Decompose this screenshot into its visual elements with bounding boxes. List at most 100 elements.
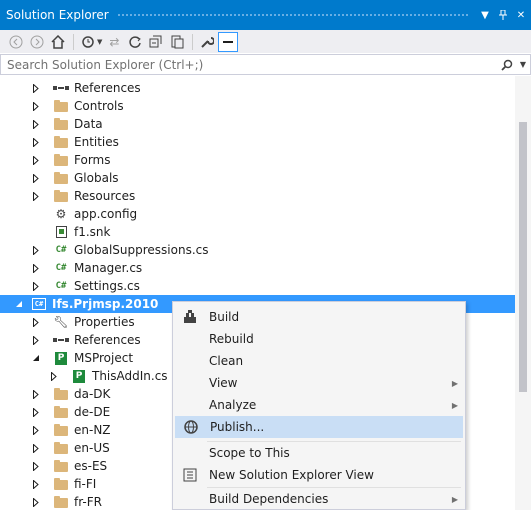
references-icon	[53, 332, 69, 348]
expand-arrow-icon[interactable]	[31, 497, 41, 507]
tree-item[interactable]: C# Settings.cs	[0, 277, 515, 295]
tree-item-label: MSProject	[74, 351, 134, 365]
collapse-arrow-icon[interactable]	[14, 299, 24, 309]
build-icon	[175, 309, 205, 325]
search-input[interactable]	[1, 55, 498, 74]
tree-item-label: Entities	[74, 135, 119, 149]
expand-arrow-icon[interactable]	[31, 101, 41, 111]
show-all-files-icon[interactable]	[167, 32, 187, 52]
submenu-arrow-icon: ▶	[451, 378, 459, 388]
expand-arrow-icon[interactable]	[31, 335, 41, 345]
expand-arrow-icon[interactable]	[31, 83, 41, 93]
csharp-file-icon: C#	[55, 245, 67, 255]
folder-icon	[53, 170, 69, 186]
expand-arrow-icon[interactable]	[31, 479, 41, 489]
folder-icon	[53, 116, 69, 132]
tree-item[interactable]: References	[0, 79, 515, 97]
scrollbar-thumb[interactable]	[519, 122, 527, 392]
tree-item[interactable]: Entities	[0, 133, 515, 151]
references-icon	[53, 80, 69, 96]
key-file-icon	[53, 224, 69, 240]
tree-item-label: fi-FI	[74, 477, 97, 491]
folder-icon	[53, 494, 69, 510]
tree-item-label: References	[74, 333, 141, 347]
pending-changes-filter-icon[interactable]	[78, 32, 98, 52]
expand-arrow-icon[interactable]	[31, 245, 41, 255]
menu-item-label: Rebuild	[209, 332, 254, 346]
expand-arrow-icon[interactable]	[31, 155, 41, 165]
chevron-down-icon[interactable]: ▼	[97, 38, 102, 46]
refresh-icon[interactable]	[125, 32, 145, 52]
back-icon[interactable]	[6, 32, 26, 52]
drag-grip[interactable]	[116, 12, 469, 18]
tree-item[interactable]: Forms	[0, 151, 515, 169]
menu-item-clean[interactable]: Clean	[175, 350, 463, 372]
forward-icon[interactable]	[27, 32, 47, 52]
menu-item-build-dependencies[interactable]: Build Dependencies ▶	[175, 488, 463, 510]
expand-arrow-icon[interactable]	[31, 137, 41, 147]
tree-item-label: fr-FR	[74, 495, 102, 509]
tree-item[interactable]: C# Manager.cs	[0, 259, 515, 277]
csharp-file-icon: C#	[55, 281, 67, 291]
submenu-arrow-icon: ▶	[451, 400, 459, 410]
tree-item[interactable]: C# GlobalSuppressions.cs	[0, 241, 515, 259]
folder-icon	[53, 188, 69, 204]
tree-item-label: da-DK	[74, 387, 111, 401]
expand-arrow-icon[interactable]	[31, 425, 41, 435]
folder-icon	[53, 476, 69, 492]
close-icon[interactable]: ✕	[513, 7, 529, 23]
expand-arrow-icon[interactable]	[31, 443, 41, 453]
expand-arrow-icon[interactable]	[31, 407, 41, 417]
expand-arrow-icon[interactable]	[49, 371, 59, 381]
menu-item-label: Build	[209, 310, 240, 324]
msproject-icon: P	[71, 368, 87, 384]
folder-icon	[53, 404, 69, 420]
expand-arrow-icon[interactable]	[31, 263, 41, 273]
home-icon[interactable]	[48, 32, 68, 52]
menu-item-build[interactable]: Build	[175, 306, 463, 328]
menu-item-rebuild[interactable]: Rebuild	[175, 328, 463, 350]
menu-item-label: Publish...	[210, 420, 265, 434]
collapse-all-icon[interactable]	[146, 32, 166, 52]
menu-item-label: New Solution Explorer View	[209, 468, 374, 482]
search-icon[interactable]	[498, 59, 516, 71]
tree-item-label: Forms	[74, 153, 111, 167]
pin-icon[interactable]	[495, 7, 511, 23]
tree-item[interactable]: Controls	[0, 97, 515, 115]
tree-item[interactable]: Data	[0, 115, 515, 133]
preview-selected-items-icon[interactable]	[218, 31, 239, 52]
expand-arrow-icon[interactable]	[31, 461, 41, 471]
menu-item-new-solution-explorer-view[interactable]: New Solution Explorer View	[175, 464, 463, 486]
expand-arrow-icon[interactable]	[31, 191, 41, 201]
tree-item-label: es-ES	[74, 459, 108, 473]
properties-wrench-icon[interactable]	[197, 32, 217, 52]
msproject-icon: P	[53, 350, 69, 366]
menu-item-analyze[interactable]: Analyze ▶	[175, 394, 463, 416]
menu-item-label: Clean	[209, 354, 244, 368]
expand-arrow-icon[interactable]	[31, 281, 41, 291]
expand-arrow-icon[interactable]	[31, 173, 41, 183]
menu-item-view[interactable]: View ▶	[175, 372, 463, 394]
menu-item-label: View	[209, 376, 238, 390]
tree-item[interactable]: Globals	[0, 169, 515, 187]
expand-arrow-icon[interactable]	[31, 119, 41, 129]
sync-with-active-document-icon[interactable]: ⇄	[104, 32, 124, 52]
new-view-icon	[175, 467, 205, 483]
tree-item[interactable]: Resources	[0, 187, 515, 205]
menu-item-publish[interactable]: Publish...	[175, 416, 463, 438]
vertical-scrollbar[interactable]	[515, 76, 531, 510]
tree-item[interactable]: ⚙ app.config	[0, 205, 515, 223]
window-position-dropdown-icon[interactable]: ▼	[477, 7, 493, 23]
expand-arrow-icon[interactable]	[31, 389, 41, 399]
tree-item-label: app.config	[74, 207, 138, 221]
collapse-arrow-icon[interactable]	[31, 353, 41, 363]
config-file-icon: ⚙	[55, 207, 67, 221]
menu-item-scope-to-this[interactable]: Scope to This	[175, 442, 463, 464]
tree-item-label: f1.snk	[74, 225, 111, 239]
toolbar: ▼ ⇄	[0, 30, 531, 53]
tree-item-label: en-US	[74, 441, 110, 455]
submenu-arrow-icon: ▶	[451, 494, 459, 504]
search-options-chevron-icon[interactable]: ▼	[516, 60, 530, 69]
tree-item[interactable]: f1.snk	[0, 223, 515, 241]
expand-arrow-icon[interactable]	[31, 317, 41, 327]
